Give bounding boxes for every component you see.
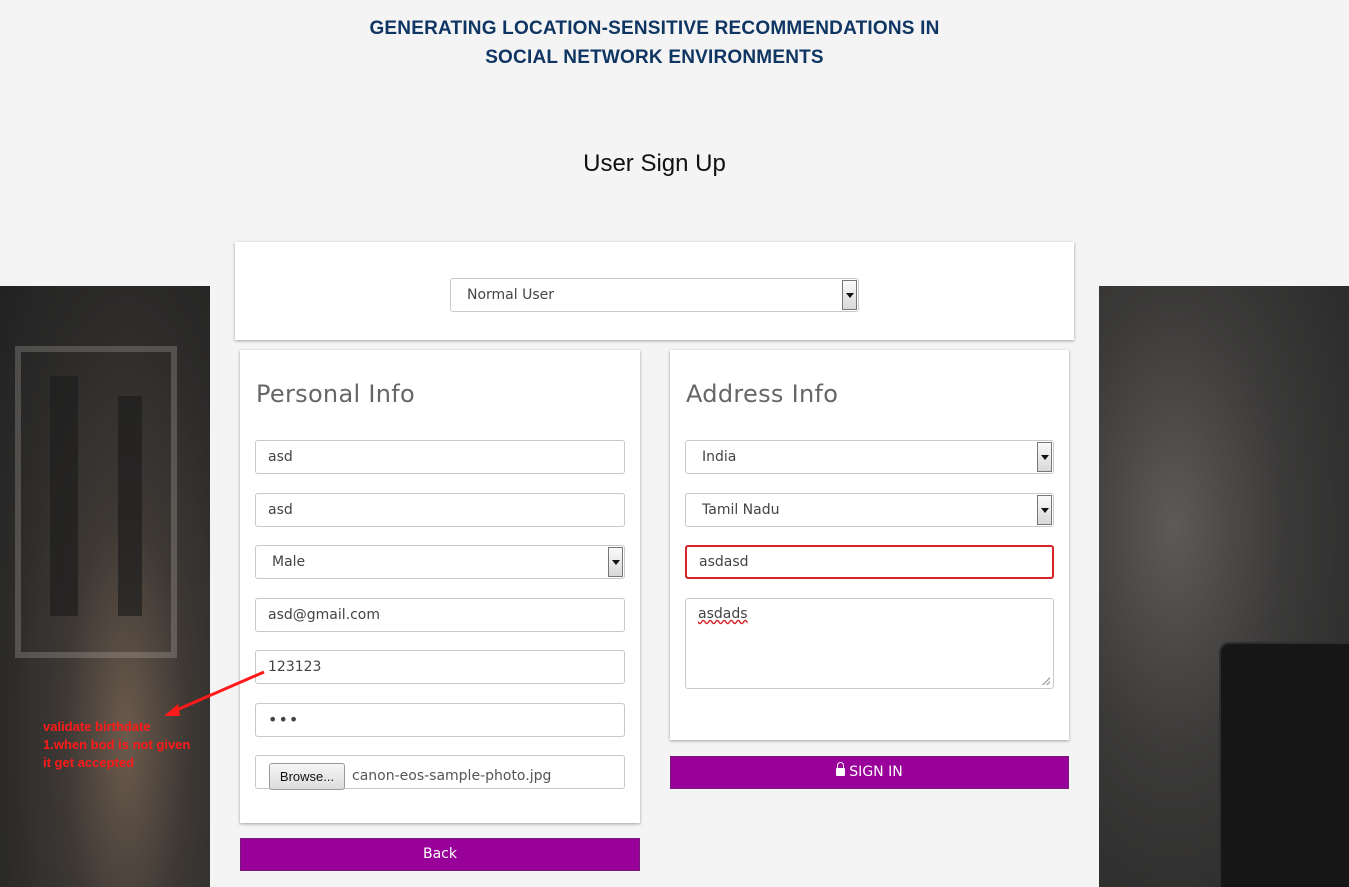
chevron-down-icon[interactable] [1037,495,1052,525]
background-window-frame [15,346,177,658]
sign-in-button[interactable]: SIGN IN [670,756,1069,789]
first-name-input[interactable]: asd [255,440,625,474]
browse-button[interactable]: Browse... [269,763,345,790]
sign-in-label: SIGN IN [849,764,903,780]
user-type-value: Normal User [467,287,555,303]
background-window-pane [118,396,142,616]
annotation-line1: validate birthdate [43,719,151,734]
resize-grip-icon[interactable] [1042,677,1050,685]
user-type-select[interactable]: Normal User [450,278,859,312]
file-name-text: canon-eos-sample-photo.jpg [352,768,552,784]
birthdate-input[interactable]: 123123 [255,650,625,684]
personal-info-panel: Personal Info asd asd Male asd@gmail.com… [240,350,640,823]
background-photo-right [1099,286,1349,887]
address-info-panel: Address Info India Tamil Nadu asdasd asd… [670,350,1069,740]
city-input[interactable]: asdasd [685,545,1054,579]
lock-icon [836,762,846,776]
site-title-line1: GENERATING LOCATION-SENSITIVE RECOMMENDA… [369,18,940,39]
state-value: Tamil Nadu [702,502,780,518]
chevron-down-icon[interactable] [842,280,857,310]
background-window-pane [50,376,78,616]
annotation-line2: 1.when bod is not given [43,737,191,752]
annotation-line3: it get accepted [43,755,135,770]
annotation-note: validate birthdate 1.when bod is not giv… [43,718,190,772]
chevron-down-icon[interactable] [608,547,623,577]
user-type-panel: Normal User [235,242,1074,340]
address-text: asdads [698,606,748,622]
state-select[interactable]: Tamil Nadu [685,493,1054,527]
page-title: User Sign Up [583,150,726,177]
back-button[interactable]: Back [240,838,640,871]
background-photo-left [0,286,210,887]
photo-file-input[interactable]: Browse... canon-eos-sample-photo.jpg [255,755,625,790]
address-textarea[interactable]: asdads [685,598,1054,689]
password-input[interactable]: ••• [255,703,625,737]
background-laptop [1219,642,1349,887]
address-info-heading: Address Info [686,380,839,408]
gender-select[interactable]: Male [255,545,625,579]
last-name-input[interactable]: asd [255,493,625,527]
country-select[interactable]: India [685,440,1054,474]
personal-info-heading: Personal Info [256,380,415,408]
gender-value: Male [272,554,306,570]
site-title-line2: SOCIAL NETWORK ENVIRONMENTS [485,47,824,68]
site-title: GENERATING LOCATION-SENSITIVE RECOMMENDA… [210,14,1099,72]
chevron-down-icon[interactable] [1037,442,1052,472]
email-input[interactable]: asd@gmail.com [255,598,625,632]
country-value: India [702,449,737,465]
